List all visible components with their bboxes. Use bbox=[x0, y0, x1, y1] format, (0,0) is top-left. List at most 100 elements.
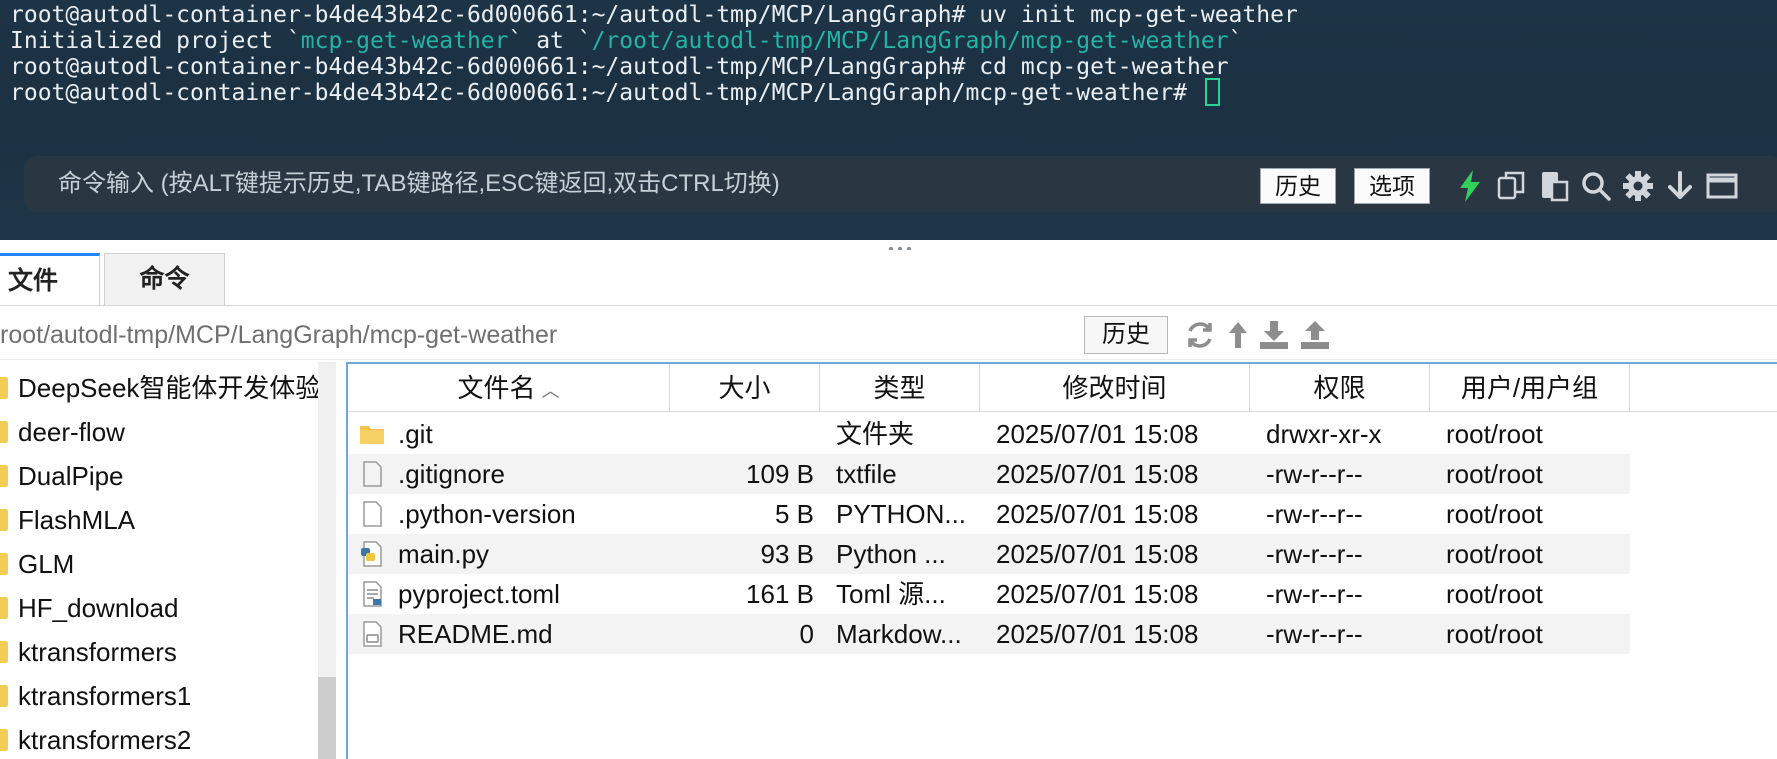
file-permissions: -rw-r--r-- bbox=[1266, 619, 1363, 649]
column-header-name[interactable]: 文件名 ︿ bbox=[348, 364, 670, 412]
file-owner: root/root bbox=[1446, 419, 1543, 449]
file-owner: root/root bbox=[1446, 459, 1543, 489]
file-type: txtfile bbox=[836, 459, 897, 489]
command-input-bar[interactable]: 命令输入 (按ALT键提示历史,TAB键路径,ESC键返回,双击CTRL切换) … bbox=[24, 156, 1777, 212]
tree-item[interactable]: ktransformers1 bbox=[0, 674, 318, 718]
file-permissions: drwxr-xr-x bbox=[1266, 419, 1382, 449]
column-header-modified[interactable]: 修改时间 bbox=[980, 364, 1250, 412]
file-size bbox=[670, 414, 814, 454]
file-permissions: -rw-r--r-- bbox=[1266, 459, 1363, 489]
file-size: 0 bbox=[799, 619, 814, 649]
file-name: README.md bbox=[398, 619, 553, 649]
project-path-highlight: /root/autodl-tmp/MCP/LangGraph/mcp-get-w… bbox=[591, 28, 1229, 54]
file-type: Toml 源... bbox=[836, 579, 946, 609]
path-history-button[interactable]: 历史 bbox=[1084, 316, 1168, 354]
file-type: Markdow... bbox=[836, 619, 962, 649]
tree-scrollbar-thumb[interactable] bbox=[318, 677, 336, 759]
column-header-permissions[interactable]: 权限 bbox=[1250, 364, 1430, 412]
file-list[interactable]: 文件名 ︿ 大小 类型 修改时间 权限 用户/用户组 .git 文件夹 2025/… bbox=[346, 362, 1777, 759]
file-owner: root/root bbox=[1446, 539, 1543, 569]
folder-icon bbox=[0, 729, 8, 752]
tree-item-label: FlashMLA bbox=[18, 505, 136, 535]
upload-icon[interactable] bbox=[1298, 318, 1332, 352]
tab-files[interactable]: 文件 bbox=[0, 253, 100, 305]
file-row[interactable]: pyproject.toml 161 B Toml 源... 2025/07/0… bbox=[348, 574, 1630, 614]
file-row[interactable]: .gitignore 109 B txtfile 2025/07/01 15:0… bbox=[348, 454, 1630, 494]
terminal-cursor bbox=[1204, 77, 1220, 106]
file-modified: 2025/07/01 15:08 bbox=[996, 619, 1199, 649]
file-list-header: 文件名 ︿ 大小 类型 修改时间 权限 用户/用户组 bbox=[348, 364, 1777, 412]
markdown-file-icon bbox=[358, 620, 386, 648]
tree-item-label: deer-flow bbox=[18, 417, 125, 447]
column-header-owner[interactable]: 用户/用户组 bbox=[1430, 364, 1630, 412]
directory-tree[interactable]: DeepSeek智能体开发体验 deer-flow DualPipe Flash… bbox=[0, 362, 336, 759]
terminal-text: Initialized project ` bbox=[10, 28, 301, 54]
column-header-type[interactable]: 类型 bbox=[820, 364, 980, 412]
command-history-button[interactable]: 历史 bbox=[1260, 168, 1336, 204]
file-type: Python ... bbox=[836, 539, 946, 569]
command-input-placeholder[interactable]: 命令输入 (按ALT键提示历史,TAB键路径,ESC键返回,双击CTRL切换) bbox=[58, 156, 780, 212]
file-modified: 2025/07/01 15:08 bbox=[996, 459, 1199, 489]
file-type: 文件夹 bbox=[836, 419, 915, 449]
terminal-text: ` bbox=[1228, 28, 1243, 54]
file-owner: root/root bbox=[1446, 619, 1543, 649]
refresh-icon[interactable] bbox=[1183, 318, 1217, 352]
file-permissions: -rw-r--r-- bbox=[1266, 579, 1363, 609]
path-bar: root/autodl-tmp/MCP/LangGraph/mcp-get-we… bbox=[0, 310, 1777, 360]
panel-splitter-grip[interactable] bbox=[886, 238, 914, 252]
file-modified: 2025/07/01 15:08 bbox=[996, 539, 1199, 569]
search-icon[interactable] bbox=[1578, 168, 1614, 204]
python-file-icon bbox=[358, 540, 386, 568]
file-row[interactable]: .git 文件夹 2025/07/01 15:08 drwxr-xr-x roo… bbox=[348, 414, 1630, 454]
download-icon[interactable] bbox=[1257, 318, 1291, 352]
file-size: 161 B bbox=[746, 579, 814, 609]
toml-file-icon bbox=[358, 580, 386, 608]
paste-icon[interactable] bbox=[1536, 168, 1572, 204]
terminal-line: root@autodl-container-b4de43b42c-6d00066… bbox=[10, 77, 1220, 108]
terminal-panel[interactable]: root@autodl-container-b4de43b42c-6d00066… bbox=[0, 0, 1777, 240]
file-type: PYTHON... bbox=[836, 499, 967, 529]
file-owner: root/root bbox=[1446, 499, 1543, 529]
up-icon[interactable] bbox=[1221, 318, 1255, 352]
file-row[interactable]: main.py 93 B Python ... 2025/07/01 15:08… bbox=[348, 534, 1630, 574]
file-name: pyproject.toml bbox=[398, 579, 560, 609]
tree-item[interactable]: DualPipe bbox=[0, 454, 318, 498]
file-size: 93 B bbox=[760, 539, 815, 569]
file-row[interactable]: .python-version 5 B PYTHON... 2025/07/01… bbox=[348, 494, 1630, 534]
folder-icon bbox=[0, 597, 8, 620]
tree-item[interactable]: FlashMLA bbox=[0, 498, 318, 542]
file-row[interactable]: README.md 0 Markdow... 2025/07/01 15:08 … bbox=[348, 614, 1630, 654]
folder-icon bbox=[0, 421, 8, 444]
file-permissions: -rw-r--r-- bbox=[1266, 499, 1363, 529]
terminal-text: ` at ` bbox=[508, 28, 592, 54]
command-options-button[interactable]: 选项 bbox=[1354, 168, 1430, 204]
copy-icon[interactable] bbox=[1494, 168, 1530, 204]
file-modified: 2025/07/01 15:08 bbox=[996, 499, 1199, 529]
column-header-label: 文件名 bbox=[457, 373, 536, 403]
gear-icon[interactable] bbox=[1620, 168, 1656, 204]
tree-item[interactable]: GLM bbox=[0, 542, 318, 586]
column-header-size[interactable]: 大小 bbox=[670, 364, 820, 412]
folder-icon bbox=[0, 685, 8, 708]
tree-item-label: ktransformers1 bbox=[18, 681, 192, 711]
lightning-icon[interactable] bbox=[1452, 168, 1488, 204]
current-path-input[interactable]: root/autodl-tmp/MCP/LangGraph/mcp-get-we… bbox=[0, 310, 557, 360]
tree-item[interactable]: HF_download bbox=[0, 586, 318, 630]
tree-item-label: HF_download bbox=[18, 593, 179, 623]
tree-item[interactable]: deer-flow bbox=[0, 410, 318, 454]
tree-item[interactable]: ktransformers bbox=[0, 630, 318, 674]
file-name: .git bbox=[398, 419, 433, 449]
tab-commands[interactable]: 命令 bbox=[104, 253, 225, 305]
folder-icon bbox=[0, 465, 8, 488]
maximize-icon[interactable] bbox=[1704, 168, 1740, 204]
download-arrow-icon[interactable] bbox=[1662, 168, 1698, 204]
file-icon bbox=[358, 460, 386, 488]
file-permissions: -rw-r--r-- bbox=[1266, 539, 1363, 569]
tree-item[interactable]: DeepSeek智能体开发体验 bbox=[0, 366, 318, 410]
file-owner: root/root bbox=[1446, 579, 1543, 609]
tree-item[interactable]: ktransformers2 bbox=[0, 718, 318, 759]
file-icon bbox=[358, 500, 386, 528]
file-modified: 2025/07/01 15:08 bbox=[996, 419, 1199, 449]
folder-icon bbox=[0, 641, 8, 664]
project-name-highlight: mcp-get-weather bbox=[300, 28, 509, 54]
